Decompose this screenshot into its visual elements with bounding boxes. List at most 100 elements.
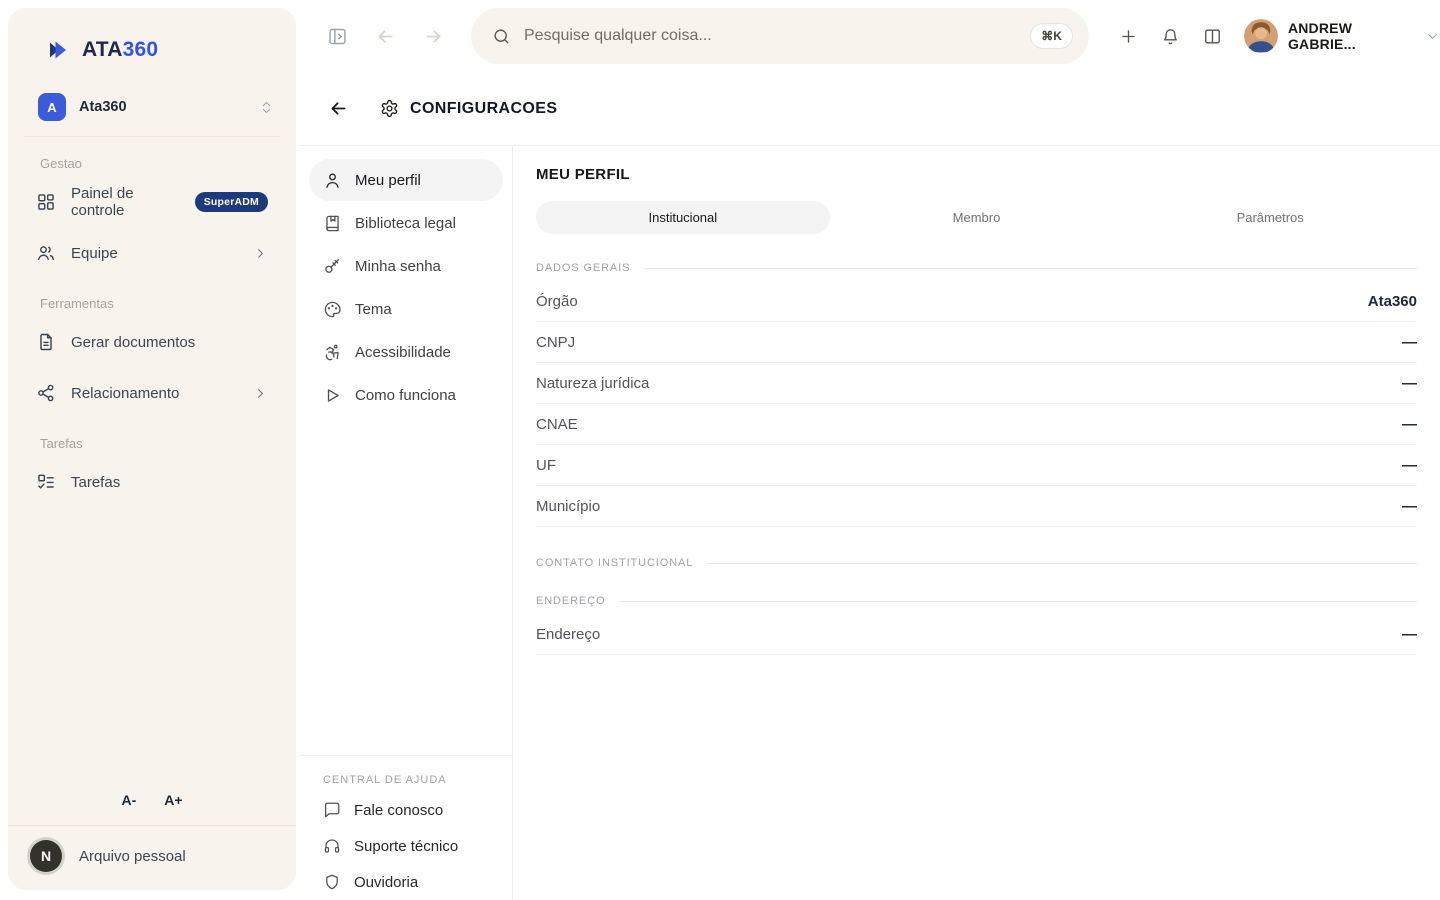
bell-icon[interactable] — [1161, 27, 1180, 46]
section-divider-line — [644, 268, 1417, 269]
tab-institucional[interactable]: Institucional — [536, 201, 830, 234]
tab-membro[interactable]: Membro — [830, 201, 1124, 234]
section-divider-line — [707, 563, 1417, 564]
gear-icon — [380, 99, 399, 118]
document-icon — [36, 332, 56, 352]
profile-tabs: Institucional Membro Parâmetros — [536, 201, 1417, 234]
history-back-icon[interactable] — [375, 26, 396, 47]
group-label-gestao: Gestao — [18, 141, 286, 179]
dashboard-grid-icon — [36, 192, 56, 212]
field-row-endereco: Endereço — — [536, 614, 1417, 655]
section-header-contato-institucional: CONTATO INSTITUCIONAL — [536, 557, 1417, 569]
field-value: — — [1402, 498, 1417, 515]
tab-parametros[interactable]: Parâmetros — [1123, 201, 1417, 234]
group-label-tarefas: Tarefas — [18, 421, 286, 459]
field-row-orgao: Órgão Ata360 — [536, 281, 1417, 322]
field-value: — — [1402, 457, 1417, 474]
sidebar-item-equipe[interactable]: Equipe — [18, 230, 286, 276]
settings-item-biblioteca-legal[interactable]: Biblioteca legal — [309, 202, 503, 244]
settings-nav: Meu perfil Biblioteca legal Minha senha … — [300, 146, 513, 900]
sidebar-item-label: Relacionamento — [71, 385, 179, 402]
section-divider-line — [619, 601, 1417, 602]
settings-item-minha-senha[interactable]: Minha senha — [309, 245, 503, 287]
field-value: — — [1402, 416, 1417, 433]
settings-item-label: Meu perfil — [355, 172, 421, 189]
search-input[interactable] — [524, 27, 1030, 45]
sidebar-item-label: Tarefas — [71, 474, 120, 491]
font-decrease-button[interactable]: A- — [121, 792, 136, 808]
brand-logo-icon — [46, 38, 70, 62]
settings-item-label: Biblioteca legal — [355, 215, 456, 232]
settings-item-como-funciona[interactable]: Como funciona — [309, 374, 503, 416]
settings-item-tema[interactable]: Tema — [309, 288, 503, 330]
chevron-down-icon — [1425, 29, 1440, 44]
org-avatar: A — [38, 93, 66, 121]
sidebar-item-relacionamento[interactable]: Relacionamento — [18, 370, 286, 416]
sidebar-toggle-icon[interactable] — [327, 26, 348, 47]
columns-icon[interactable] — [1203, 27, 1222, 46]
section-header-endereco: ENDEREÇO — [536, 595, 1417, 607]
page-title: CONFIGURACOES — [410, 100, 557, 118]
section-header-dados-gerais: DADOS GERAIS — [536, 262, 1417, 274]
profile-content: MEU PERFIL Institucional Membro Parâmetr… — [513, 146, 1440, 900]
field-row-cnae: CNAE — — [536, 404, 1417, 445]
topbar-actions — [1119, 27, 1222, 46]
brand-name: ATA360 — [82, 38, 158, 62]
back-arrow-icon[interactable] — [328, 98, 349, 119]
org-selector[interactable]: A Ata360 — [38, 93, 274, 121]
field-row-cnpj: CNPJ — — [536, 322, 1417, 363]
help-item-label: Fale conosco — [354, 802, 443, 819]
personal-archive-avatar[interactable]: N — [30, 840, 62, 872]
settings-item-label: Acessibilidade — [355, 344, 451, 361]
search-shortcut-badge: ⌘K — [1030, 23, 1073, 49]
sidebar: ATA360 A Ata360 Gestao Painel de control… — [8, 8, 296, 890]
help-item-label: Ouvidoria — [354, 874, 418, 891]
sidebar-item-label: Gerar documentos — [71, 334, 195, 351]
users-icon — [36, 243, 56, 263]
section-title: MEU PERFIL — [536, 166, 1417, 183]
sidebar-item-tarefas[interactable]: Tarefas — [18, 459, 286, 505]
field-value: — — [1402, 375, 1417, 392]
settings-item-acessibilidade[interactable]: Acessibilidade — [309, 331, 503, 373]
superadm-badge: SuperADM — [195, 192, 268, 212]
user-name: ANDREW GABRIE... — [1288, 20, 1415, 52]
org-name: Ata360 — [79, 99, 127, 115]
field-value: — — [1402, 626, 1417, 643]
group-label-ferramentas: Ferramentas — [18, 281, 286, 319]
settings-item-label: Tema — [355, 301, 392, 318]
book-icon — [323, 214, 342, 233]
user-photo — [1244, 19, 1278, 53]
help-center-label: CENTRAL DE AJUDA — [318, 764, 494, 792]
sidebar-item-gerar-documentos[interactable]: Gerar documentos — [18, 319, 286, 365]
chevrons-up-down-icon — [259, 100, 274, 115]
field-value: — — [1402, 334, 1417, 351]
chevron-right-icon — [253, 386, 268, 401]
help-item-suporte-tecnico[interactable]: Suporte técnico — [318, 828, 494, 864]
chat-icon — [323, 801, 341, 819]
font-increase-button[interactable]: A+ — [164, 792, 182, 808]
main-area: Meu perfil Biblioteca legal Minha senha … — [300, 146, 1440, 900]
accessibility-icon — [323, 343, 342, 362]
topbar: ⌘K ANDREW GABRIE... — [300, 0, 1440, 72]
search-icon — [492, 27, 511, 46]
play-icon — [323, 386, 342, 405]
settings-item-label: Como funciona — [355, 387, 456, 404]
shield-icon — [323, 873, 341, 891]
user-menu[interactable]: ANDREW GABRIE... — [1244, 19, 1440, 53]
settings-item-meu-perfil[interactable]: Meu perfil — [309, 159, 503, 201]
field-row-municipio: Município — — [536, 486, 1417, 527]
plus-icon[interactable] — [1119, 27, 1138, 46]
checklist-icon — [36, 472, 56, 492]
key-icon — [323, 257, 342, 276]
help-item-fale-conosco[interactable]: Fale conosco — [318, 792, 494, 828]
brand-logo: ATA360 — [8, 8, 296, 62]
sidebar-item-label: Painel de controle — [71, 185, 172, 219]
global-search[interactable]: ⌘K — [471, 8, 1089, 64]
field-row-uf: UF — — [536, 445, 1417, 486]
sidebar-item-painel-de-controle[interactable]: Painel de controle SuperADM — [18, 179, 286, 225]
help-item-ouvidoria[interactable]: Ouvidoria — [318, 864, 494, 900]
history-forward-icon[interactable] — [423, 26, 444, 47]
font-size-controls: A- A+ — [8, 782, 296, 825]
chevron-right-icon — [253, 246, 268, 261]
personal-archive-label[interactable]: Arquivo pessoal — [79, 848, 186, 865]
